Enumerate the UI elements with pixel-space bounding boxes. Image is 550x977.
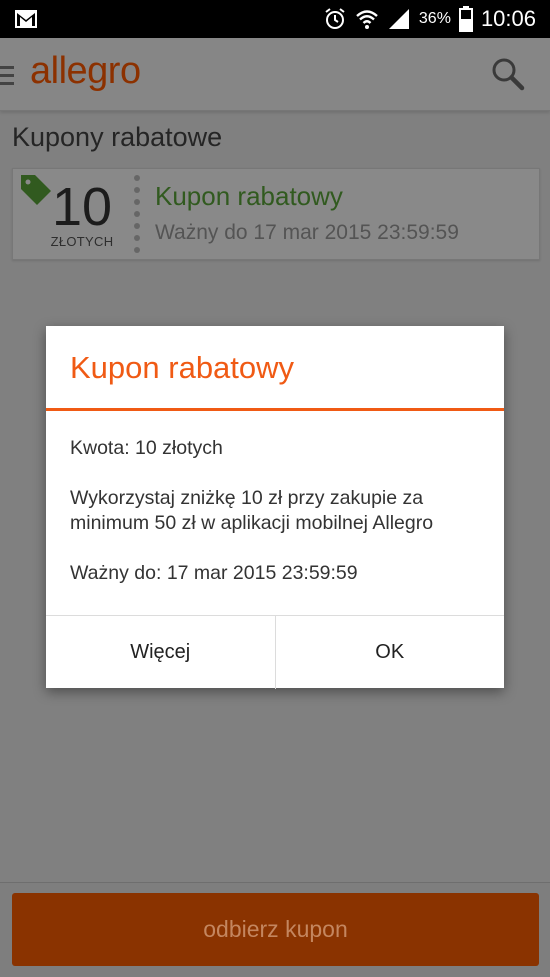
dialog-title-divider xyxy=(46,408,504,411)
dialog-body: Kwota: 10 złotych Wykorzystaj zniżkę 10 … xyxy=(70,436,490,611)
wifi-icon xyxy=(356,10,378,29)
dialog-amount: Kwota: 10 złotych xyxy=(70,437,223,459)
coupon-dialog: Kupon rabatowy Kwota: 10 złotych Wykorzy… xyxy=(46,326,504,689)
dialog-valid-until: Ważny do: 17 mar 2015 23:59:59 xyxy=(70,562,358,584)
more-button[interactable]: Więcej xyxy=(46,616,275,689)
gmail-icon xyxy=(15,10,37,28)
battery-icon xyxy=(458,6,473,32)
battery-percent: 36% xyxy=(418,10,451,27)
claim-coupon-button[interactable]: odbierz kupon xyxy=(12,893,539,966)
clock: 10:06 xyxy=(480,6,536,31)
dialog-title: Kupon rabatowy xyxy=(70,350,295,385)
status-bar: 36% 10:06 xyxy=(0,0,550,38)
dialog-actions: Więcej OK xyxy=(46,615,504,689)
dialog-description: Wykorzystaj zniżkę 10 zł przy zakupie za… xyxy=(70,487,434,534)
ok-button[interactable]: OK xyxy=(274,616,505,689)
alarm-icon xyxy=(325,8,345,29)
signal-icon xyxy=(388,9,409,29)
